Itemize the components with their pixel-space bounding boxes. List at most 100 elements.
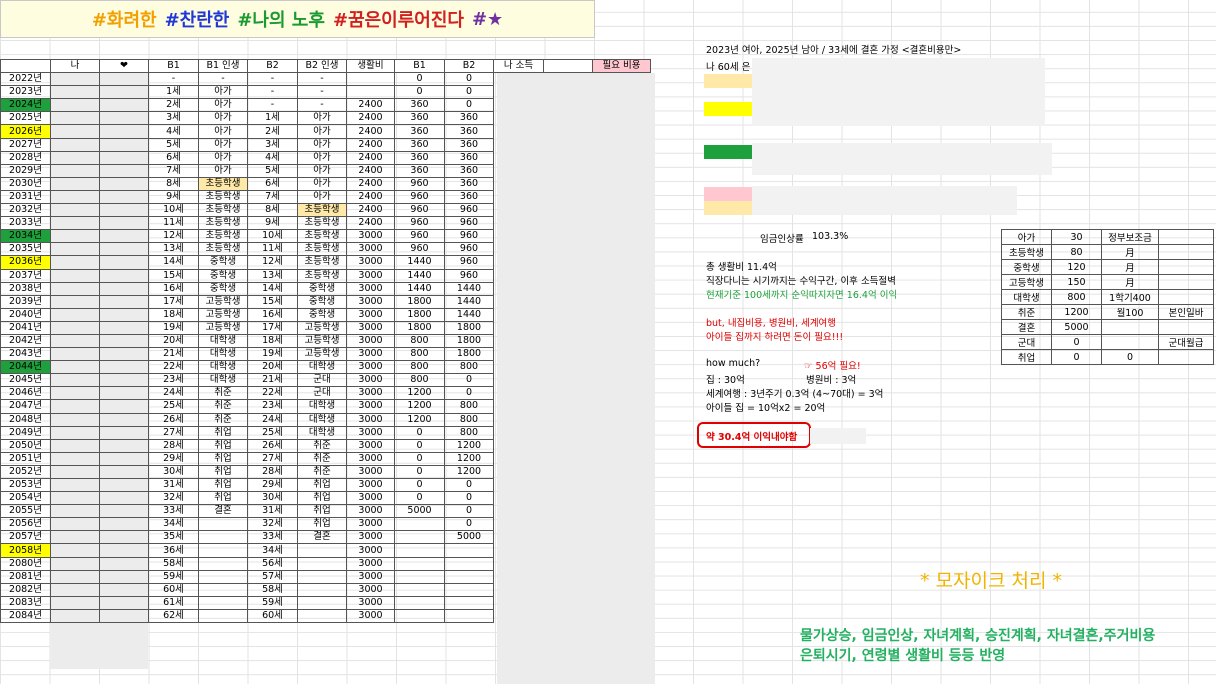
b2-age-cell: 20세 bbox=[247, 360, 298, 375]
table-row: 2055년 33세 결혼 31세 취업 3000 5000 0 bbox=[0, 504, 651, 519]
living-cost-cell: 3000 bbox=[346, 373, 395, 388]
table-row: 2057년 35세 33세 결혼 3000 5000 bbox=[0, 530, 651, 545]
living-cost-cell: 3000 bbox=[346, 464, 395, 480]
reference-cell bbox=[1101, 319, 1159, 335]
table-row: 2080년 58세 56세 3000 bbox=[0, 556, 651, 571]
b2-life-cell: 취업 bbox=[297, 477, 347, 493]
table-row: 2037년 15세 중학생 13세 초등학생 3000 1440 960 bbox=[0, 268, 651, 283]
living-cost-cell: 3000 bbox=[346, 242, 395, 257]
year-cell: 2084년 bbox=[0, 608, 51, 624]
b1-cost-cell: 360 bbox=[394, 163, 445, 178]
b1-life-cell: 아가 bbox=[198, 124, 248, 139]
b2-cost-cell: 360 bbox=[444, 176, 494, 191]
b2-life-cell: 아가 bbox=[297, 111, 347, 126]
b1-life-cell: 중학생 bbox=[198, 255, 248, 270]
b1-cost-cell: 800 bbox=[394, 360, 445, 375]
b1-life-cell: 아가 bbox=[198, 150, 248, 165]
b2-age-cell: 14세 bbox=[247, 281, 298, 296]
b2-life-cell bbox=[297, 543, 347, 558]
masked-cell bbox=[50, 85, 100, 100]
living-cost-cell: 3000 bbox=[346, 347, 395, 362]
living-cost-cell: 2400 bbox=[346, 111, 395, 126]
b1-cost-cell: 1200 bbox=[394, 399, 445, 414]
living-cost-cell: 3000 bbox=[346, 517, 395, 532]
summary-3: 현재기준 100세까지 순익따지자면 16.4억 이익 bbox=[706, 290, 898, 301]
b2-age-cell: 59세 bbox=[247, 595, 298, 610]
table-row: 2035년 13세 초등학생 11세 초등학생 3000 960 960 bbox=[0, 242, 651, 257]
b1-age-cell: 59세 bbox=[148, 569, 199, 584]
b1-life-cell: 아가 bbox=[198, 111, 248, 126]
b2-age-cell: 30세 bbox=[247, 491, 298, 506]
me-60-line: 나 60세 은 bbox=[706, 62, 751, 73]
year-cell: 2045년 bbox=[0, 373, 51, 388]
masked-cell bbox=[99, 176, 149, 191]
b2-cost-cell: 960 bbox=[444, 255, 494, 270]
b1-age-cell: 4세 bbox=[148, 124, 199, 139]
masked-cell bbox=[50, 517, 100, 532]
b2-cost-cell: 0 bbox=[444, 491, 494, 506]
b1-age-cell: 34세 bbox=[148, 517, 199, 532]
b2-cost-cell: 360 bbox=[444, 150, 494, 165]
living-cost-cell bbox=[346, 85, 395, 100]
column-header bbox=[0, 58, 51, 74]
b2-cost-cell: 360 bbox=[444, 124, 494, 139]
b2-cost-cell: 0 bbox=[444, 85, 494, 100]
masked-cell bbox=[99, 373, 149, 388]
masked-cell bbox=[99, 320, 149, 335]
b2-age-cell: 7세 bbox=[247, 189, 298, 205]
year-cell: 2081년 bbox=[0, 569, 51, 584]
b2-age-cell: 26세 bbox=[247, 438, 298, 453]
b2-life-cell: 아가 bbox=[297, 176, 347, 191]
banner-tag: #★ bbox=[471, 8, 504, 30]
reference-cell: 800 bbox=[1051, 289, 1102, 305]
b1-age-cell: 19세 bbox=[148, 320, 199, 335]
b2-age-cell: 2세 bbox=[247, 124, 298, 139]
b1-age-cell: 23세 bbox=[148, 373, 199, 388]
year-cell: 2051년 bbox=[0, 451, 51, 466]
column-header: B2 bbox=[444, 58, 494, 74]
b2-age-cell: 12세 bbox=[247, 255, 298, 270]
year-cell: 2023년 bbox=[0, 85, 51, 100]
b1-age-cell: 17세 bbox=[148, 294, 199, 309]
b2-cost-cell: 0 bbox=[444, 504, 494, 519]
b2-cost-cell: 1440 bbox=[444, 294, 494, 309]
b2-cost-cell bbox=[444, 543, 494, 558]
b2-cost-cell: 1200 bbox=[444, 438, 494, 453]
masked-cell bbox=[50, 451, 100, 466]
b1-cost-cell: 0 bbox=[394, 438, 445, 453]
b1-cost-cell: 1800 bbox=[394, 320, 445, 335]
b1-age-cell: 6세 bbox=[148, 150, 199, 165]
living-cost-cell: 3000 bbox=[346, 399, 395, 414]
masked-cell bbox=[50, 320, 100, 335]
b1-cost-cell bbox=[394, 543, 445, 558]
masked-cell bbox=[50, 176, 100, 191]
masked-cell bbox=[99, 216, 149, 231]
b1-cost-cell: 800 bbox=[394, 333, 445, 349]
living-cost-cell: 3000 bbox=[346, 386, 395, 401]
living-cost-cell: 3000 bbox=[346, 438, 395, 453]
b2-age-cell: 28세 bbox=[247, 464, 298, 480]
table-row: 2050년 28세 취업 26세 취준 3000 0 1200 bbox=[0, 438, 651, 453]
masked-cell bbox=[50, 72, 100, 87]
b1-life-cell bbox=[198, 556, 248, 571]
b2-cost-cell: 0 bbox=[444, 477, 494, 493]
year-cell: 2052년 bbox=[0, 464, 51, 480]
cost-reference-table: 아가 30 정부보조금 초등학생 80 月 중학생 120 月 고등학생 150 月 대학생 800 1학기… bbox=[1001, 229, 1214, 365]
reference-cell: 1학기400 bbox=[1101, 289, 1159, 305]
column-header: 나 bbox=[50, 58, 100, 74]
year-cell: 2082년 bbox=[0, 582, 51, 597]
living-cost-cell: 2400 bbox=[346, 216, 395, 231]
b1-age-cell: 5세 bbox=[148, 137, 199, 152]
living-cost-cell: 3000 bbox=[346, 595, 395, 610]
summary-2: 직장다니는 시기까지는 수익구간, 이후 소득절벽 bbox=[706, 276, 896, 287]
b1-age-cell: 26세 bbox=[148, 412, 199, 427]
masked-cell bbox=[50, 333, 100, 349]
reference-cell: 결혼 bbox=[1001, 319, 1052, 335]
reference-cell: 정부보조금 bbox=[1101, 229, 1159, 245]
masked-cell bbox=[50, 464, 100, 480]
how-much: how much? bbox=[706, 358, 761, 369]
year-cell: 2028년 bbox=[0, 150, 51, 165]
bottom-note: 물가상승, 임금인상, 자녀계획, 승진계획, 자녀결혼,주거비용 은퇴시기, … bbox=[800, 626, 1155, 666]
b2-cost-cell: 960 bbox=[444, 229, 494, 244]
b1-age-cell: 27세 bbox=[148, 425, 199, 440]
